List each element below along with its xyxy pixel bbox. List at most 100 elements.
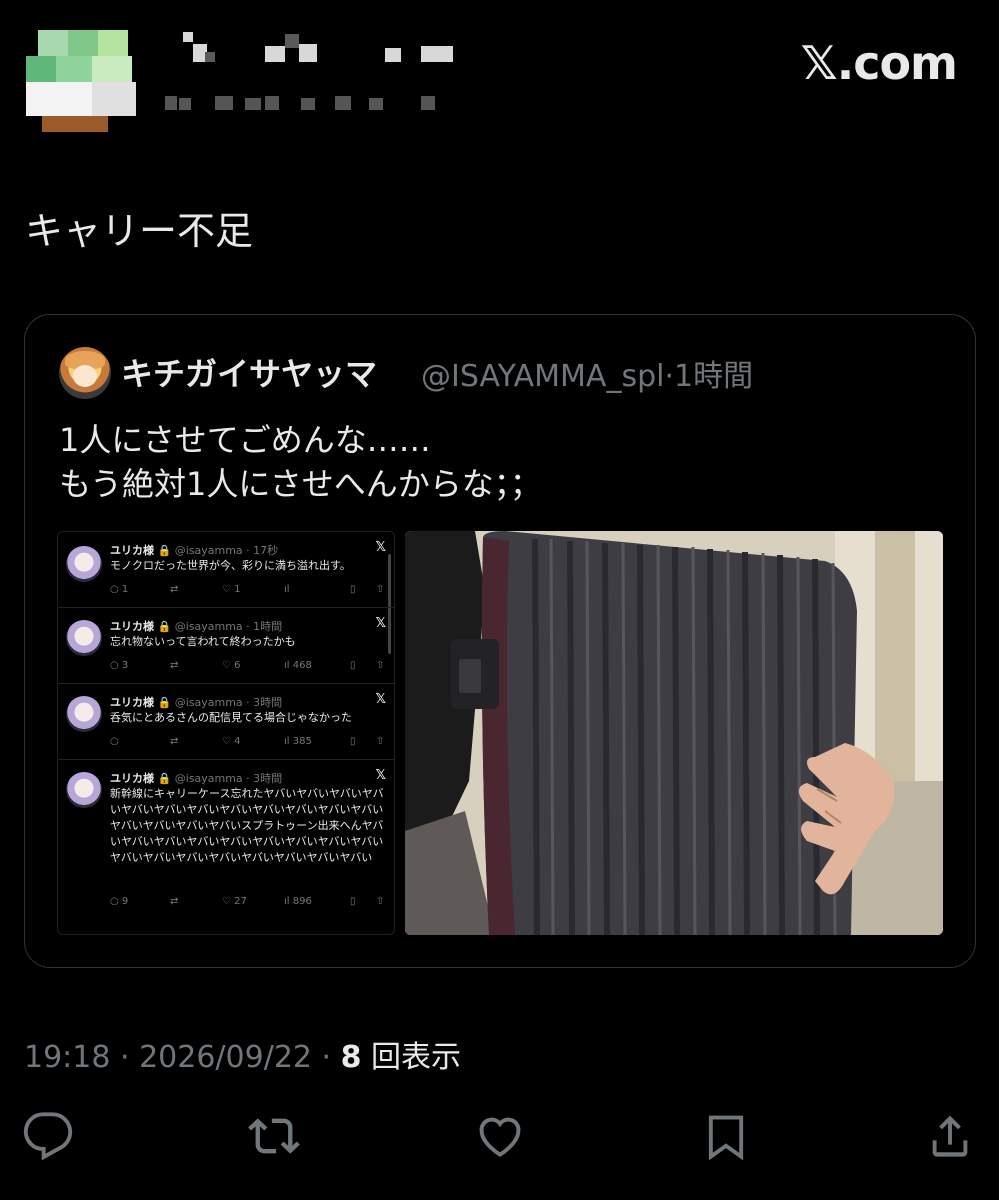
tweet-time[interactable]: 19:18 (24, 1040, 110, 1075)
x-logo-icon: 𝕏 (375, 692, 386, 707)
share-icon: ⇧ (376, 896, 385, 907)
quote-avatar[interactable] (59, 347, 111, 399)
views-icon: ıl 468 (284, 660, 312, 671)
views-count: 8 (340, 1040, 362, 1075)
tweet-header: 𝕏.com (0, 0, 999, 150)
mini-meta: @isayamma · 17秒 (174, 544, 279, 557)
mini-tweet-header: ユリカ様 🔒 @isayamma · 3時間 (110, 694, 282, 710)
x-logo-icon: 𝕏 (375, 616, 386, 631)
author-handle-redacted (165, 96, 465, 116)
mini-meta: @isayamma · 3時間 (174, 696, 283, 709)
mini-body: 新幹線にキャリーケース忘れたヤバいヤバいヤバいヤバいヤバいヤバいヤバいヤバいヤバ… (110, 787, 384, 864)
mini-meta: @isayamma · 3時間 (174, 772, 283, 785)
quote-media-screenshot[interactable]: ユリカ様 🔒 @isayamma · 17秒 𝕏 モノクロだった世界が今、彩りに… (57, 531, 395, 935)
reply-icon: ○ 3 (110, 660, 129, 671)
author-avatar[interactable] (26, 30, 138, 132)
lock-icon: 🔒 (157, 772, 172, 785)
mini-tweet-header: ユリカ様 🔒 @isayamma · 3時間 (110, 770, 282, 786)
meta-separator: · (312, 1040, 341, 1075)
bookmark-button[interactable] (698, 1108, 754, 1164)
mini-actions: ○ 9 ⇄ ♡ 27 ıl 896 ▯ ⇧ (110, 896, 390, 910)
retweet-icon: ⇄ (170, 660, 179, 671)
mini-tweet: ユリカ様 🔒 @isayamma · 17秒 𝕏 モノクロだった世界が今、彩りに… (58, 532, 394, 608)
share-button[interactable] (922, 1108, 978, 1164)
quote-text-line: 1人にさせてごめんな…… (59, 421, 431, 459)
mini-views-count: 896 (292, 896, 312, 907)
share-icon: ⇧ (376, 736, 385, 747)
tweet-date[interactable]: 2026/09/22 (139, 1040, 312, 1075)
mini-name: ユリカ様 (110, 696, 154, 709)
bookmark-icon: ▯ (350, 584, 356, 595)
retweet-icon: ⇄ (170, 584, 179, 595)
mini-views-count: 385 (292, 736, 312, 747)
retweet-icon (248, 1118, 300, 1154)
reply-button[interactable] (20, 1108, 76, 1164)
mini-name: ユリカ様 (110, 544, 154, 557)
mini-tweet-header: ユリカ様 🔒 @isayamma · 17秒 (110, 542, 278, 558)
mini-views-count: 468 (292, 660, 312, 671)
brand-logo: 𝕏.com (800, 36, 958, 90)
bookmark-icon: ▯ (350, 660, 356, 671)
mini-tweet: ユリカ様 🔒 @isayamma · 3時間 𝕏 新幹線にキャリーケース忘れたヤ… (58, 760, 394, 934)
heart-icon: ♡ 1 (222, 584, 241, 595)
reply-icon: ○ 1 (110, 584, 129, 595)
bookmark-icon: ▯ (350, 896, 356, 907)
mini-avatar (66, 620, 102, 656)
like-button[interactable] (472, 1108, 528, 1164)
reply-icon: ○ (110, 736, 119, 747)
share-icon: ⇧ (376, 660, 385, 671)
mini-like-count: 27 (234, 896, 247, 907)
lock-icon: 🔒 (157, 696, 172, 709)
mini-avatar (66, 772, 102, 808)
quoted-tweet[interactable]: キチガイサヤッマ @ISAYAMMA_spl·1時間 1人にさせてごめんな…… … (24, 314, 976, 968)
mini-avatar (66, 546, 102, 582)
x-logo-icon: 𝕏 (375, 768, 386, 783)
heart-icon: ♡ 6 (222, 660, 241, 671)
mini-like-count: 1 (234, 584, 241, 595)
bookmark-icon: ▯ (350, 736, 356, 747)
mini-actions: ○ ⇄ ♡ 4 ıl 385 ▯ ⇧ (110, 736, 390, 750)
mini-meta: @isayamma · 1時間 (174, 620, 283, 633)
quote-text: 1人にさせてごめんな…… もう絶対1人にさせへんからな；； (59, 418, 542, 506)
suitcase-photo (405, 531, 943, 935)
mini-actions: ○ 1 ⇄ ♡ 1 ıl ▯ ⇧ (110, 584, 390, 598)
retweet-button[interactable] (246, 1108, 302, 1164)
mini-reply-count: 9 (121, 896, 129, 907)
tweet-text: キャリー不足 (25, 209, 254, 253)
lock-icon: 🔒 (157, 620, 172, 633)
mini-avatar (66, 696, 102, 732)
x-logo-icon: 𝕏 (375, 540, 386, 555)
mini-reply-count: 3 (121, 660, 129, 671)
mini-body: モノクロだった世界が今、彩りに満ち溢れ出す。 (110, 559, 351, 572)
mini-reply-count: 1 (121, 584, 129, 595)
views-label: 回表示 (371, 1040, 462, 1075)
bookmark-icon (708, 1115, 744, 1161)
heart-icon: ♡ 4 (222, 736, 241, 747)
quote-text-line: もう絶対1人にさせへんからな；； (59, 465, 542, 503)
mini-body: 呑気にとあるさんの配信見てる場合じゃなかった (110, 711, 352, 724)
retweet-icon: ⇄ (170, 736, 179, 747)
reply-icon: ○ 9 (110, 896, 129, 907)
reply-icon (23, 1112, 73, 1161)
heart-icon: ♡ 27 (222, 896, 247, 907)
mini-like-count: 4 (234, 736, 241, 747)
views-icon: ıl 896 (284, 896, 312, 907)
share-icon (932, 1115, 968, 1157)
mini-like-count: 6 (234, 660, 241, 671)
retweet-icon: ⇄ (170, 896, 179, 907)
mini-tweet: ユリカ様 🔒 @isayamma · 3時間 𝕏 呑気にとあるさんの配信見てる場… (58, 684, 394, 760)
mini-actions: ○ 3 ⇄ ♡ 6 ıl 468 ▯ ⇧ (110, 660, 390, 674)
heart-icon (479, 1117, 521, 1157)
quote-time: ·1時間 (664, 359, 754, 394)
quote-handle: @ISAYAMMA_spl (421, 359, 665, 394)
action-bar (0, 1108, 999, 1168)
quote-author-name[interactable]: キチガイサヤッマ (121, 349, 377, 395)
lock-icon: 🔒 (157, 544, 172, 557)
quote-author-handle: @ISAYAMMA_spl·1時間 (421, 351, 753, 395)
quote-media-photo[interactable] (405, 531, 943, 935)
share-icon: ⇧ (376, 584, 385, 595)
tweet-meta: 19:18 · 2026/09/22 · 8 回表示 (24, 1032, 461, 1076)
mini-name: ユリカ様 (110, 620, 154, 633)
meta-separator: · (110, 1040, 140, 1075)
mini-name: ユリカ様 (110, 772, 154, 785)
